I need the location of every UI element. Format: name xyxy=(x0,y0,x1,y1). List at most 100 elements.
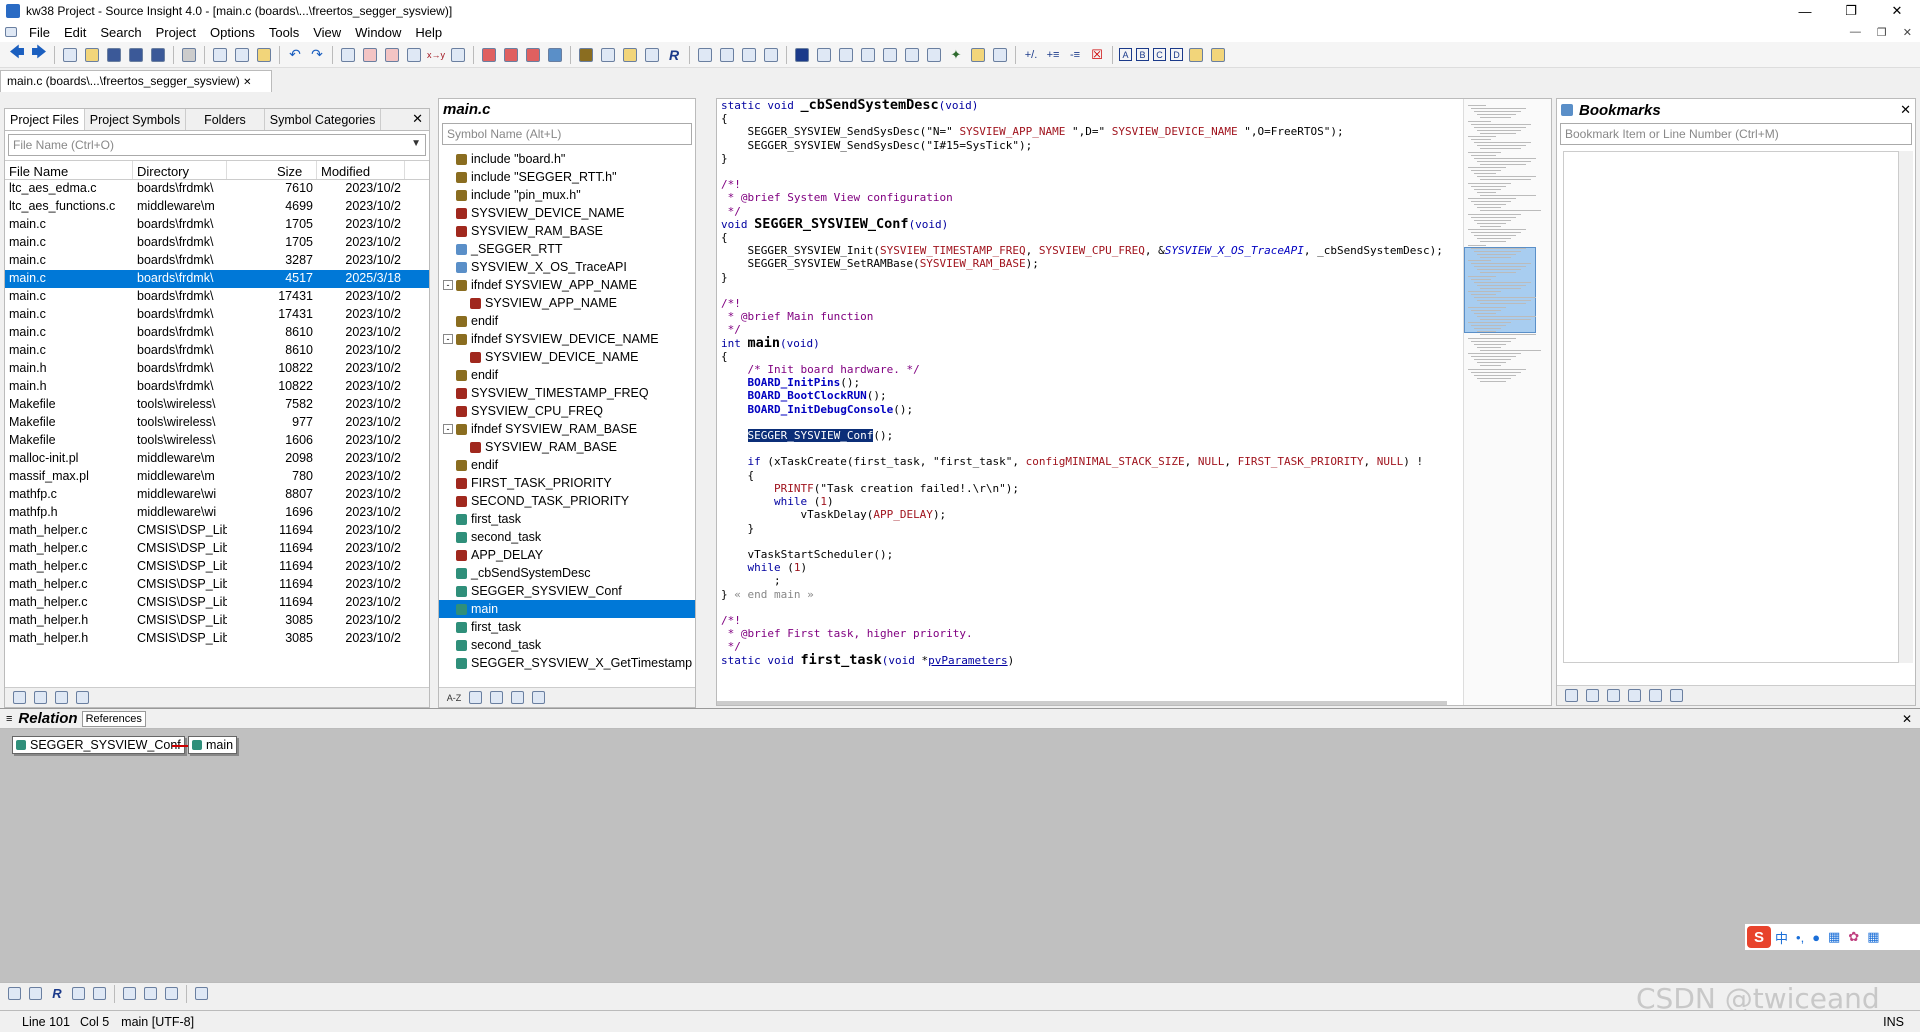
table-row[interactable]: main.c boards\frdmk\ 1705 2023/10/2 xyxy=(5,234,429,252)
symbol-item[interactable]: main xyxy=(439,600,695,618)
menu-view[interactable]: View xyxy=(306,25,348,40)
jump-icon[interactable] xyxy=(29,987,42,1000)
table-row[interactable]: main.h boards\frdmk\ 10822 2023/10/2 xyxy=(5,360,429,378)
add-bookmark-icon[interactable] xyxy=(1565,689,1578,702)
bird-icon[interactable]: ✦ xyxy=(947,46,965,64)
table-row[interactable]: mathfp.h middleware\wi 1696 2023/10/2 xyxy=(5,504,429,522)
symbol-item[interactable]: include "pin_mux.h" xyxy=(439,186,695,204)
sogou-icon[interactable]: S xyxy=(1747,926,1771,948)
menu-tools[interactable]: Tools xyxy=(262,25,306,40)
table-row[interactable]: math_helper.c CMSIS\DSP_Lib 11694 2023/10/2 xyxy=(5,522,429,540)
tab-project-symbols[interactable]: Project Symbols xyxy=(85,109,187,130)
symbol-item[interactable]: endif xyxy=(439,366,695,384)
table-row[interactable]: main.c boards\frdmk\ 17431 2023/10/2 xyxy=(5,288,429,306)
book-icon[interactable] xyxy=(511,691,524,704)
copy-icon[interactable] xyxy=(233,46,251,64)
code-minimap[interactable] xyxy=(1463,99,1551,705)
horizontal-graph-icon[interactable] xyxy=(144,987,157,1000)
browse-icon[interactable] xyxy=(643,46,661,64)
r-icon[interactable]: R xyxy=(665,46,683,64)
layout3-icon[interactable] xyxy=(740,46,758,64)
table-row[interactable]: ltc_aes_edma.c boards\frdmk\ 7610 2023/10/2 xyxy=(5,180,429,198)
delete-bookmark-icon[interactable] xyxy=(1586,689,1599,702)
symbol-item[interactable]: first_task xyxy=(439,510,695,528)
expand-icon[interactable]: +≡ xyxy=(1044,46,1062,64)
table-row[interactable]: ltc_aes_functions.c middleware\m 4699 2023/… xyxy=(5,198,429,216)
symbol-item[interactable]: _SEGGER_RTT xyxy=(439,240,695,258)
bookmark-clear-icon[interactable] xyxy=(524,46,542,64)
layout4-icon[interactable] xyxy=(762,46,780,64)
file-name-filter[interactable]: File Name (Ctrl+O) ▼ xyxy=(8,134,426,156)
cut-icon[interactable] xyxy=(211,46,229,64)
sort-az-icon[interactable]: A-Z xyxy=(445,689,463,707)
bookmark-toggle-icon[interactable] xyxy=(546,46,564,64)
layout2-icon[interactable] xyxy=(718,46,736,64)
open-folder-icon[interactable] xyxy=(1628,689,1641,702)
style-d-icon[interactable]: D xyxy=(1170,48,1183,61)
bookmark-search[interactable]: Bookmark Item or Line Number (Ctrl+M) xyxy=(1560,123,1912,145)
table-row[interactable]: main.c boards\frdmk\ 4517 2025/3/18 xyxy=(5,270,429,288)
bookmark-list[interactable] xyxy=(1563,151,1899,663)
symbol-item[interactable]: SYSVIEW_DEVICE_NAME xyxy=(439,204,695,222)
forward-arrow-icon[interactable]: 🡆 xyxy=(30,44,48,64)
symbol-item[interactable]: SEGGER_SYSVIEW_Conf xyxy=(439,582,695,600)
print-icon[interactable] xyxy=(180,46,198,64)
menu-window[interactable]: Window xyxy=(348,25,408,40)
table-row[interactable]: Makefile tools\wireless\ 1606 2023/10/2 xyxy=(5,432,429,450)
table-row[interactable]: Makefile tools\wireless\ 977 2023/10/2 xyxy=(5,414,429,432)
symbol-item[interactable]: - ifndef SYSVIEW_DEVICE_NAME xyxy=(439,330,695,348)
table-row[interactable]: main.c boards\frdmk\ 1705 2023/10/2 xyxy=(5,216,429,234)
filter-icon[interactable] xyxy=(490,691,503,704)
layout1-icon[interactable] xyxy=(696,46,714,64)
menu-edit[interactable]: Edit xyxy=(57,25,93,40)
save-all-icon[interactable] xyxy=(127,46,145,64)
close-button[interactable]: ✕ xyxy=(1874,0,1920,22)
menu-project[interactable]: Project xyxy=(149,25,203,40)
context-window-icon[interactable] xyxy=(859,46,877,64)
list-icon[interactable] xyxy=(55,691,68,704)
find-icon[interactable] xyxy=(339,46,357,64)
table-row[interactable]: main.c boards\frdmk\ 17431 2023/10/2 xyxy=(5,306,429,324)
gear-icon[interactable] xyxy=(195,987,208,1000)
undo-icon[interactable]: ↶ xyxy=(286,46,304,64)
open-file-icon[interactable] xyxy=(83,46,101,64)
skin-icon[interactable]: ✿ xyxy=(1848,929,1859,945)
code-text[interactable]: static void _cbSendSystemDesc(void) { SE… xyxy=(721,99,1461,667)
symbol-item[interactable]: SYSVIEW_RAM_BASE xyxy=(439,222,695,240)
apps-grid-icon[interactable]: ▦ xyxy=(1867,929,1879,945)
replace-icon[interactable] xyxy=(405,46,423,64)
chinese-mode-icon[interactable]: 中 xyxy=(1775,928,1788,947)
tab-project-files[interactable]: Project Files xyxy=(5,109,85,130)
symbol-item[interactable]: endif xyxy=(439,456,695,474)
r-icon[interactable]: R xyxy=(48,985,66,1003)
mdi-close-icon[interactable]: ✕ xyxy=(1895,26,1920,39)
collapse-icon[interactable]: - xyxy=(443,334,453,344)
find-next-icon[interactable] xyxy=(383,46,401,64)
punctuation-icon[interactable]: •, xyxy=(1796,930,1804,945)
maximize-button[interactable]: ❐ xyxy=(1828,0,1874,22)
col-modified[interactable]: Modified xyxy=(317,161,405,179)
symbol-window-icon[interactable] xyxy=(815,46,833,64)
symbol-item[interactable]: second_task xyxy=(439,636,695,654)
keyboard-icon[interactable]: ▦ xyxy=(1828,929,1840,945)
table-row[interactable]: Makefile tools\wireless\ 7582 2023/10/2 xyxy=(5,396,429,414)
table-row[interactable]: main.c boards\frdmk\ 3287 2023/10/2 xyxy=(5,252,429,270)
table-row[interactable]: math_helper.c CMSIS\DSP_Lib 11694 2023/10/2 xyxy=(5,594,429,612)
symbol-item[interactable]: - ifndef SYSVIEW_RAM_BASE xyxy=(439,420,695,438)
symbol-item[interactable]: _cbSendSystemDesc xyxy=(439,564,695,582)
search-files-icon[interactable] xyxy=(449,46,467,64)
symbol-item[interactable]: SECOND_TASK_PRIORITY xyxy=(439,492,695,510)
outline-view-icon[interactable] xyxy=(123,987,136,1000)
refresh-icon[interactable] xyxy=(93,987,106,1000)
code-editor[interactable]: static void _cbSendSystemDesc(void) { SE… xyxy=(716,98,1552,706)
tab-close-icon[interactable]: ✕ xyxy=(243,77,251,88)
table-row[interactable]: massif_max.pl middleware\m 780 2023/10/2 xyxy=(5,468,429,486)
chevron-down-icon[interactable]: ▼ xyxy=(411,138,421,149)
symbol-item[interactable]: - ifndef SYSVIEW_APP_NAME xyxy=(439,276,695,294)
symbol-name-search[interactable]: Symbol Name (Alt+L) xyxy=(442,123,692,145)
style-b-icon[interactable]: B xyxy=(1136,48,1149,61)
symbol-item[interactable]: SYSVIEW_APP_NAME xyxy=(439,294,695,312)
table-row[interactable]: malloc-init.pl middleware\m 2098 2023/10/2 xyxy=(5,450,429,468)
table-row[interactable]: mathfp.c middleware\wi 8807 2023/10/2 xyxy=(5,486,429,504)
bookmark-next-icon[interactable] xyxy=(502,46,520,64)
